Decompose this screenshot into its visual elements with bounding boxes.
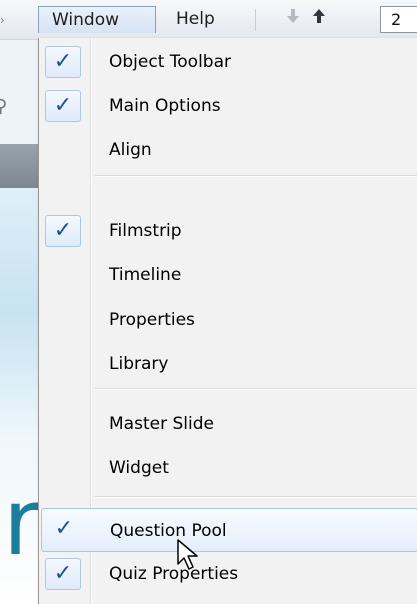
menu-item-timeline[interactable]: Timeline (41, 253, 417, 297)
menu-item-label: Align (109, 140, 152, 160)
menu-item-label: Library (109, 354, 169, 374)
menu-item-filmstrip[interactable]: ✓ Filmstrip (41, 209, 417, 253)
menu-item-label: Properties (109, 310, 195, 330)
menu-item-master-slide[interactable]: Master Slide (41, 402, 417, 446)
menu-separator (95, 496, 417, 498)
arrow-down-icon[interactable] (283, 8, 303, 30)
menu-window[interactable]: Window (38, 6, 156, 33)
page-number-field[interactable]: 2 (380, 6, 417, 33)
search-icon: ⚲ (0, 96, 8, 117)
menu-item-align[interactable]: Align (41, 128, 417, 172)
background-panel-header (0, 144, 38, 188)
menu-bar: › Window Help 2 (0, 0, 417, 40)
check-icon: ✓ (45, 215, 81, 247)
menu-item-library[interactable]: Library (41, 342, 417, 386)
menu-item-question-pool[interactable]: ✓ Question Pool (41, 508, 417, 552)
menu-item-label: Master Slide (109, 414, 214, 434)
menu-item-label: Widget (109, 458, 169, 478)
menu-item-object-toolbar[interactable]: ✓ Object Toolbar (41, 40, 417, 84)
menu-help[interactable]: Help (166, 6, 246, 33)
arrow-up-icon[interactable] (309, 8, 329, 30)
window-menu-dropdown: ✓ Object Toolbar ✓ Main Options Align ✓ … (38, 38, 417, 604)
check-icon: ✓ (45, 46, 81, 78)
menu-item-label: Filmstrip (109, 221, 182, 241)
menu-item-widget[interactable]: Widget (41, 446, 417, 490)
check-icon: ✓ (54, 516, 74, 541)
background-app: ⚲ r (0, 40, 38, 604)
toolbar-separator (255, 9, 256, 31)
menu-separator (95, 388, 417, 390)
menu-separator (95, 175, 417, 177)
menu-item-properties[interactable]: Properties (41, 298, 417, 342)
check-icon: ✓ (45, 558, 81, 590)
menu-item-label: Timeline (109, 265, 182, 285)
menu-item-label: Object Toolbar (109, 52, 231, 72)
menu-item-label: Question Pool (110, 521, 227, 541)
menu-item-label: Quiz Properties (109, 564, 239, 584)
background-slide-text: r (3, 469, 38, 576)
partial-arrow-icon[interactable]: › (0, 14, 10, 26)
arrow-up-icon (313, 9, 325, 23)
arrow-down-icon (287, 9, 299, 23)
menu-item-main-options[interactable]: ✓ Main Options (41, 84, 417, 128)
menu-item-label: Main Options (109, 96, 221, 116)
check-icon: ✓ (45, 90, 81, 122)
menu-item-quiz-properties[interactable]: ✓ Quiz Properties (41, 552, 417, 596)
mouse-cursor-icon (177, 539, 198, 570)
